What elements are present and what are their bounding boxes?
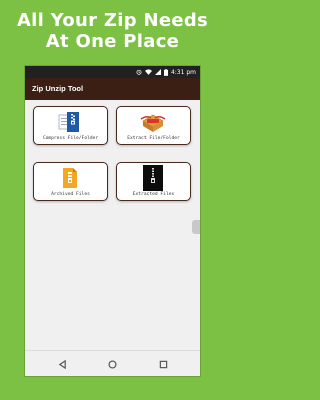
back-button[interactable] <box>56 358 68 370</box>
battery-icon <box>163 68 168 76</box>
compress-card[interactable]: Compress File/Folder <box>33 106 108 145</box>
extract-label: Extract File/Folder <box>127 136 180 141</box>
home-icon <box>107 359 117 369</box>
recents-icon <box>159 360 167 368</box>
archived-label: Archived Files <box>51 192 90 197</box>
promo-headline: All Your Zip Needs At One Place <box>0 10 225 52</box>
extracted-label: Extracted Files <box>132 192 175 197</box>
archive-file-icon <box>63 168 77 188</box>
extract-package-icon <box>140 114 166 132</box>
compress-label: Compress File/Folder <box>42 136 99 141</box>
archived-card[interactable]: Archived Files <box>33 162 108 201</box>
app-title: Zip Unzip Tool <box>32 84 84 93</box>
navigation-bar <box>25 350 200 376</box>
extract-card[interactable]: Extract File/Folder <box>116 106 191 145</box>
edge-panel-handle[interactable] <box>192 220 200 234</box>
recents-button[interactable] <box>157 358 169 370</box>
status-time: 4:31 pm <box>170 68 196 76</box>
home-button[interactable] <box>106 358 118 370</box>
signal-icon <box>154 69 161 75</box>
status-bar: 4:31 pm <box>25 66 200 78</box>
main-content: Compress File/Folder Extract File/Folder <box>25 100 200 350</box>
phone-screen: 4:31 pm Zip Unzip Tool Compress File/Fol… <box>25 66 200 376</box>
zip-archive-icon <box>143 165 163 191</box>
app-bar: Zip Unzip Tool <box>25 78 200 100</box>
compress-document-icon <box>58 112 79 132</box>
wifi-icon <box>144 69 152 75</box>
headline-line-2: At One Place <box>45 31 180 52</box>
extracted-card[interactable]: Extracted Files <box>116 162 191 201</box>
back-icon <box>58 359 66 369</box>
alarm-icon <box>136 69 142 75</box>
headline-line-1: All Your Zip Needs <box>16 10 209 31</box>
